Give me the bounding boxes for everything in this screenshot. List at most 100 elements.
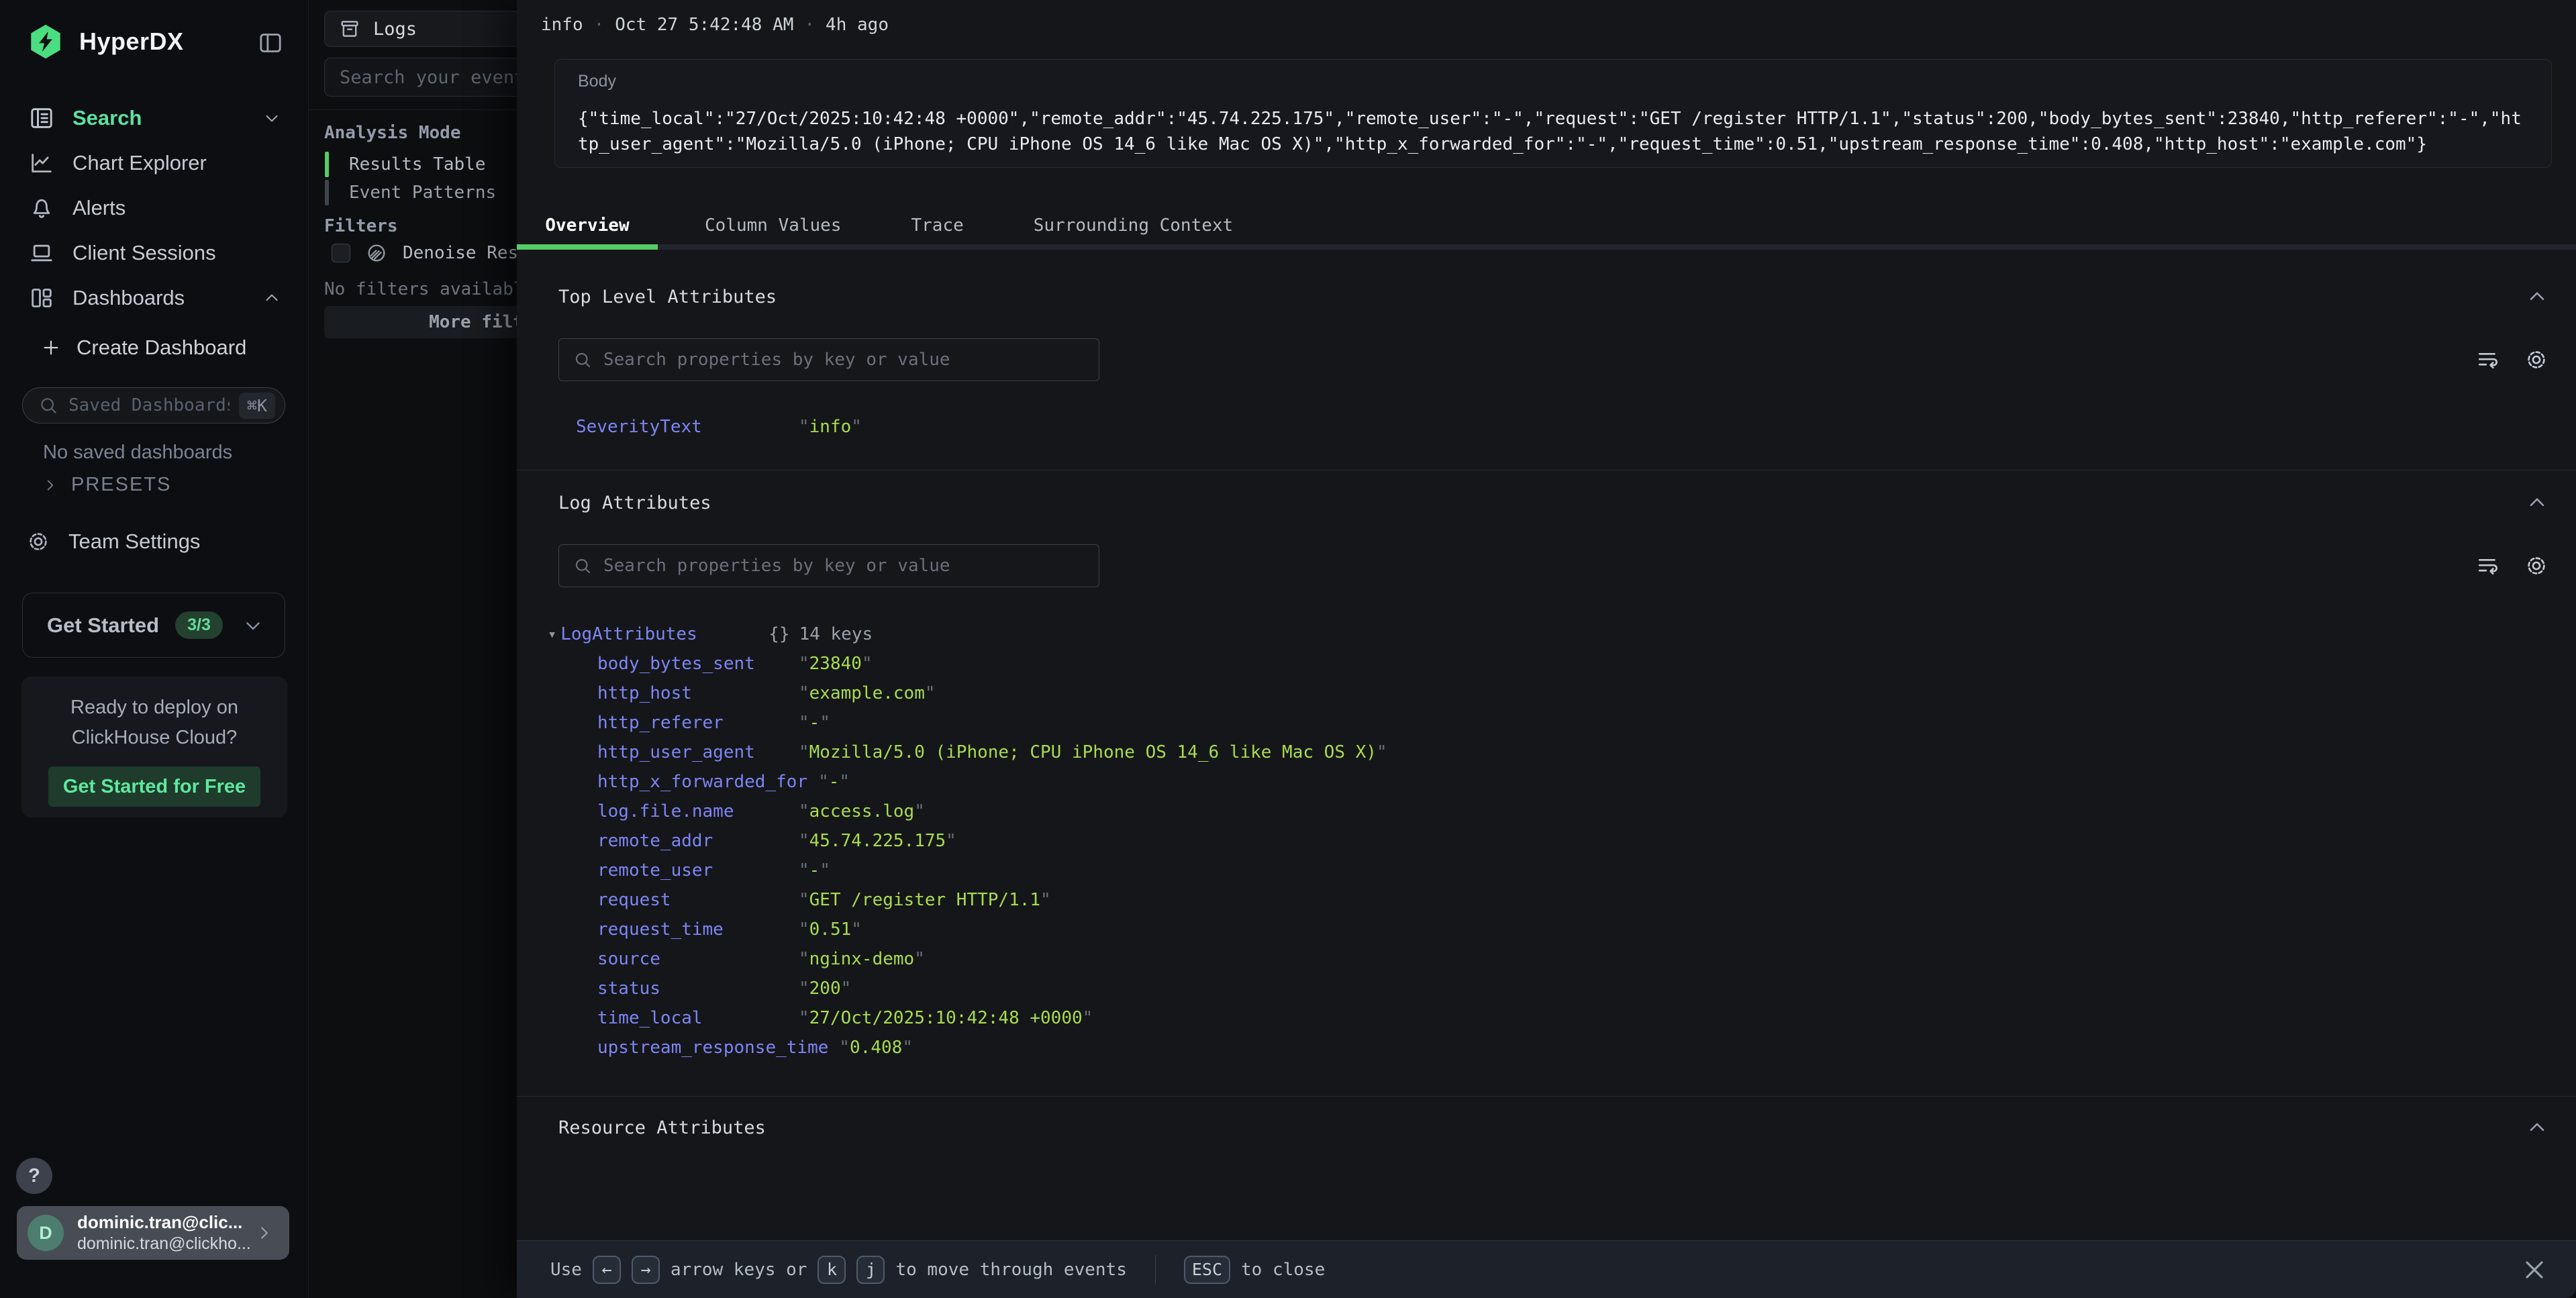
chevron-down-icon xyxy=(242,614,264,637)
sidebar-item-dashboards[interactable]: Dashboards xyxy=(0,275,309,320)
attribute-key[interactable]: http_x_forwarded_for xyxy=(597,772,818,792)
help-button[interactable]: ? xyxy=(16,1158,52,1194)
sidebar-item-client-sessions[interactable]: Client Sessions xyxy=(0,230,309,275)
sidebar-item-search[interactable]: Search xyxy=(0,95,309,140)
attributes-toolbar: Search properties by key or value xyxy=(558,338,2549,381)
attribute-key[interactable]: http_host xyxy=(597,683,799,703)
attribute-value[interactable]: - xyxy=(818,772,850,792)
attribute-value[interactable]: 0.51 xyxy=(799,919,862,940)
get-started-free-button[interactable]: Get Started for Free xyxy=(48,766,260,807)
gear-icon[interactable] xyxy=(2524,347,2549,372)
saved-dashboards-placeholder: Saved Dashboards xyxy=(68,395,230,415)
denoise-checkbox[interactable] xyxy=(332,244,350,262)
brand-row: HyperDX xyxy=(27,23,184,60)
attribute-key[interactable]: remote_user xyxy=(597,860,799,881)
chevron-up-icon[interactable] xyxy=(2525,491,2549,515)
attribute-value[interactable]: info xyxy=(799,417,862,437)
attribute-value[interactable]: access.log xyxy=(799,801,925,821)
log-attributes-search-input[interactable]: Search properties by key or value xyxy=(558,544,1099,587)
logs-source-icon xyxy=(338,17,361,40)
sidebar-collapse-icon[interactable] xyxy=(257,30,284,56)
gear-icon[interactable] xyxy=(2524,553,2549,579)
attribute-key[interactable]: log.file.name xyxy=(597,801,799,821)
dot-separator: · xyxy=(594,15,605,35)
create-dashboard-button[interactable]: Create Dashboard xyxy=(40,336,246,360)
presets-toggle[interactable]: PRESETS xyxy=(42,474,171,496)
attribute-value[interactable]: 27/Oct/2025:10:42:48 +0000 xyxy=(799,1008,1093,1028)
section-title: Resource Attributes xyxy=(558,1117,766,1138)
attribute-key[interactable]: SeverityText xyxy=(576,417,799,437)
chevron-up-icon[interactable] xyxy=(2525,1115,2549,1140)
chevron-right-icon xyxy=(254,1223,275,1243)
attribute-key[interactable]: request xyxy=(597,890,799,910)
get-started-card[interactable]: Get Started 3/3 xyxy=(22,593,285,658)
attribute-key[interactable]: time_local xyxy=(597,1008,799,1028)
sidebar-item-label: Client Sessions xyxy=(72,241,216,265)
attribute-key[interactable]: http_referer xyxy=(597,713,799,733)
tab-overview[interactable]: Overview xyxy=(517,201,658,250)
plus-icon xyxy=(40,337,62,358)
attribute-key[interactable]: http_user_agent xyxy=(597,742,799,762)
tab-trace[interactable]: Trace xyxy=(889,201,987,250)
sidebar-item-chart-explorer[interactable]: Chart Explorer xyxy=(0,140,309,185)
more-filters-button[interactable]: More filters xyxy=(324,306,517,338)
source-select[interactable]: Logs xyxy=(324,11,517,47)
chevron-down-icon xyxy=(262,108,282,128)
search-icon xyxy=(573,556,593,576)
dashboards-icon xyxy=(28,285,55,311)
top-level-search-input[interactable]: Search properties by key or value xyxy=(558,338,1099,381)
attribute-value[interactable]: Mozilla/5.0 (iPhone; CPU iPhone OS 14_6 … xyxy=(799,742,1387,762)
no-saved-dashboards-text: No saved dashboards xyxy=(43,442,232,464)
event-header: info · Oct 27 5:42:48 AM · 4h ago xyxy=(541,15,889,35)
section-title: Top Level Attributes xyxy=(558,287,777,307)
sidebar-item-label: Alerts xyxy=(72,196,126,220)
chevron-up-icon[interactable] xyxy=(2525,285,2549,309)
attribute-value[interactable]: 200 xyxy=(799,979,851,999)
attribute-row: http_user_agentMozilla/5.0 (iPhone; CPU … xyxy=(597,738,2549,767)
event-search-input[interactable]: Search your events... xyxy=(324,58,517,97)
attribute-key[interactable]: request_time xyxy=(597,919,799,940)
sidebar-item-team-settings[interactable]: Team Settings xyxy=(26,529,200,554)
attribute-value[interactable]: 45.74.225.175 xyxy=(799,831,956,851)
attribute-row: remote_user- xyxy=(597,856,2549,885)
tab-surrounding-context[interactable]: Surrounding Context xyxy=(1011,201,1256,250)
saved-dashboards-search[interactable]: Saved Dashboards ⌘K xyxy=(22,387,285,423)
sidebar-item-alerts[interactable]: Alerts xyxy=(0,185,309,230)
key-count: 14 keys xyxy=(799,624,873,644)
attribute-key[interactable]: upstream_response_time xyxy=(597,1038,839,1058)
attribute-value[interactable]: 23840 xyxy=(799,654,873,674)
attribute-value[interactable]: example.com xyxy=(799,683,936,703)
denoise-row: Denoise Results xyxy=(332,242,517,264)
attribute-value[interactable]: - xyxy=(799,860,830,881)
wrap-lines-icon[interactable] xyxy=(2475,347,2501,372)
section-log-attributes: Log Attributes Search properties by key … xyxy=(517,470,2576,1096)
close-icon[interactable] xyxy=(2520,1255,2549,1285)
k-key: k xyxy=(818,1256,846,1284)
search-icon xyxy=(573,350,593,370)
event-timestamp: Oct 27 5:42:48 AM xyxy=(615,15,793,35)
attribute-value[interactable]: 0.408 xyxy=(839,1038,913,1058)
detail-tabs: Overview Column Values Trace Surrounding… xyxy=(517,201,2576,250)
wrap-lines-icon[interactable] xyxy=(2475,553,2501,579)
attribute-value[interactable]: - xyxy=(799,713,830,733)
attribute-key[interactable]: status xyxy=(597,979,799,999)
attribute-key[interactable]: body_bytes_sent xyxy=(597,654,799,674)
user-email: dominic.tran@clickho... xyxy=(77,1234,241,1254)
sidebar-item-label: Dashboards xyxy=(72,286,185,310)
brand-name: HyperDX xyxy=(79,28,184,56)
tab-column-values[interactable]: Column Values xyxy=(682,201,864,250)
attribute-key[interactable]: remote_addr xyxy=(597,831,799,851)
attribute-key[interactable]: source xyxy=(597,949,799,969)
log-attributes-root-row[interactable]: ▾ LogAttributes {} 14 keys xyxy=(548,619,2549,649)
root-key[interactable]: LogAttributes xyxy=(560,624,769,644)
analysis-mode-list: Results Table Event Patterns xyxy=(325,150,517,207)
section-header: Top Level Attributes xyxy=(558,285,2549,309)
attribute-value[interactable]: nginx-demo xyxy=(799,949,925,969)
sidebar-item-label: Chart Explorer xyxy=(72,151,207,175)
attribute-value[interactable]: GET /register HTTP/1.1 xyxy=(799,890,1051,910)
search-panel: Logs Search your events... Analysis Mode… xyxy=(309,0,517,1298)
attribute-row: http_hostexample.com xyxy=(597,679,2549,708)
mode-event-patterns[interactable]: Event Patterns xyxy=(325,179,517,207)
mode-results-table[interactable]: Results Table xyxy=(325,150,517,179)
user-account-button[interactable]: D dominic.tran@clic... dominic.tran@clic… xyxy=(17,1206,289,1260)
